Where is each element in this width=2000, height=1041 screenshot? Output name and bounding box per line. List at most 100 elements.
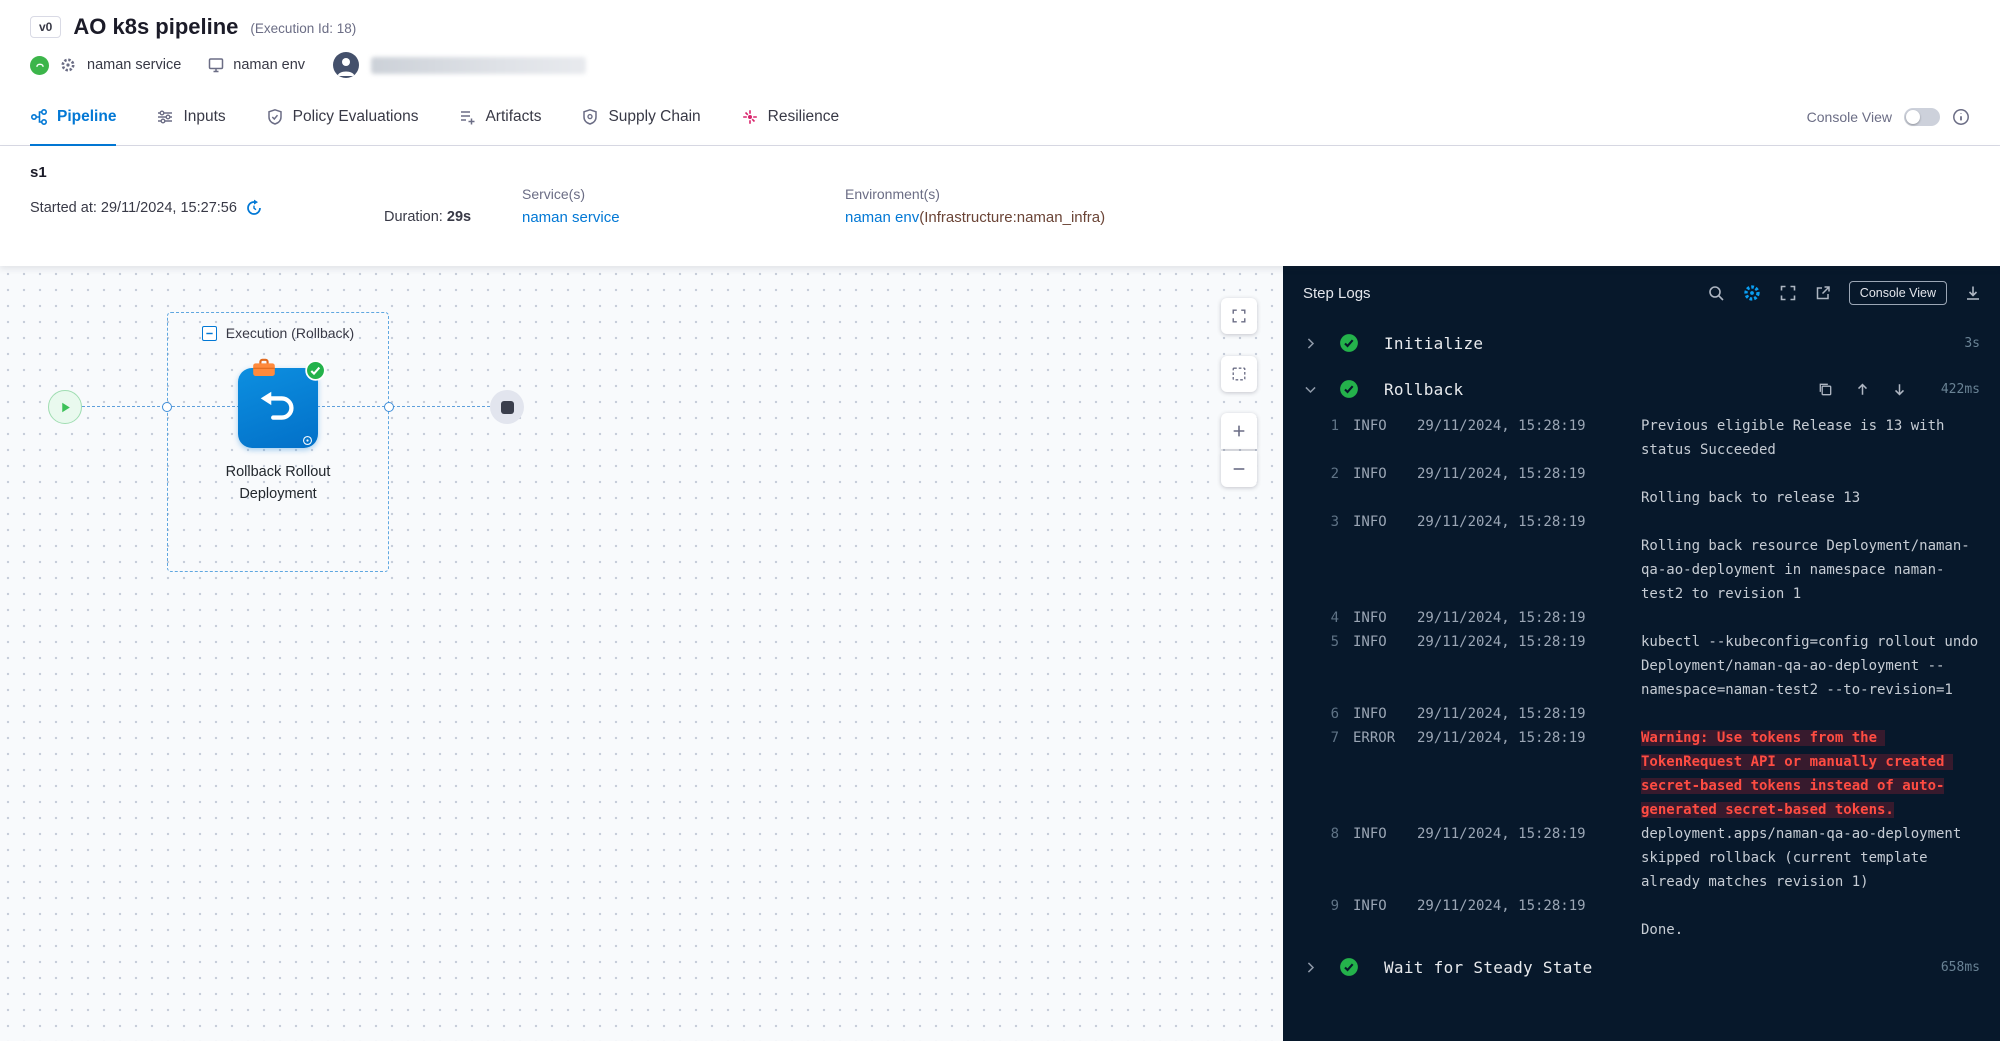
info-icon[interactable]	[1952, 108, 1970, 126]
environments-label: Environment(s)	[845, 186, 1105, 202]
log-level: INFO	[1353, 630, 1415, 654]
service-status-icon	[30, 56, 49, 75]
tabs-right-controls: Console View	[1807, 108, 1970, 126]
scroll-up-icon[interactable]	[1854, 381, 1871, 398]
scroll-down-icon[interactable]	[1891, 381, 1908, 398]
success-check-icon	[1339, 379, 1359, 399]
group-header: Execution (Rollback)	[168, 325, 388, 341]
group-label: Execution (Rollback)	[226, 325, 354, 341]
log-line: 4 INFO 29/11/2024, 15:28:19	[1283, 606, 2000, 630]
log-line: 1 INFO 29/11/2024, 15:28:19 Previous eli…	[1283, 414, 2000, 462]
pipeline-start-node[interactable]	[48, 390, 82, 424]
copy-icon[interactable]	[1817, 381, 1834, 398]
resilience-icon	[741, 108, 759, 126]
rollback-step-icon[interactable]	[238, 368, 318, 448]
canvas-fullscreen-button[interactable]	[1221, 298, 1257, 334]
tab-label: Supply Chain	[608, 108, 700, 126]
log-fullscreen-icon[interactable]	[1779, 284, 1797, 302]
console-view-button[interactable]: Console View	[1849, 281, 1947, 305]
pipeline-end-node[interactable]	[490, 390, 524, 424]
page-title: AO k8s pipeline	[73, 14, 238, 40]
shield-check-icon	[266, 108, 284, 126]
open-in-new-icon[interactable]	[1814, 284, 1832, 302]
log-section-wait-for-steady-state[interactable]: Wait for Steady State 658ms	[1283, 944, 2000, 990]
execution-tabs: Pipeline Inputs Policy Evaluations Artif…	[0, 88, 2000, 146]
section-name: Initialize	[1384, 334, 1483, 353]
canvas-select-button[interactable]	[1221, 356, 1257, 392]
connector-dot-right	[384, 402, 394, 412]
pipeline-canvas[interactable]: Execution (Rollback)	[0, 266, 1283, 1041]
zoom-in-button[interactable]	[1221, 413, 1257, 449]
started-at-text: Started at: 29/11/2024, 15:27:56	[30, 200, 237, 216]
environment-link[interactable]: naman env	[845, 209, 919, 226]
stop-icon	[501, 401, 514, 414]
gear-icon	[59, 56, 77, 74]
success-check-icon	[1339, 333, 1359, 353]
chevron-down-icon[interactable]	[1303, 382, 1318, 397]
section-name: Rollback	[1384, 380, 1463, 399]
log-line-number: 4	[1313, 606, 1339, 630]
log-message: kubectl --kubeconfig=config rollout undo…	[1641, 630, 2000, 702]
log-line: 6 INFO 29/11/2024, 15:28:19	[1283, 702, 2000, 726]
execution-rollback-group: Execution (Rollback)	[167, 312, 389, 572]
chevron-right-icon[interactable]	[1303, 336, 1318, 351]
tab-label: Policy Evaluations	[293, 108, 419, 126]
stage-environments: Environment(s) naman env(Infrastructure:…	[845, 186, 1105, 226]
main-content: Execution (Rollback)	[0, 266, 2000, 1041]
user-avatar[interactable]	[333, 52, 359, 78]
rollback-step: Rollback Rollout Deployment	[192, 368, 364, 506]
stage-duration: Duration: 29s	[384, 209, 471, 225]
play-icon	[59, 401, 72, 414]
log-line-number: 7	[1313, 726, 1339, 750]
console-view-label: Console View	[1807, 109, 1892, 125]
stage-name: s1	[30, 164, 1970, 181]
tab-pipeline[interactable]: Pipeline	[30, 88, 116, 145]
tab-supply-chain[interactable]: Supply Chain	[581, 88, 700, 145]
log-level: INFO	[1353, 702, 1415, 726]
log-message: Done.	[1641, 894, 2000, 942]
log-message: Rolling back to release 13	[1641, 462, 2000, 510]
search-icon[interactable]	[1707, 284, 1725, 302]
execution-header: v0 AO k8s pipeline (Execution Id: 18) na…	[0, 0, 2000, 78]
log-section-rollback[interactable]: Rollback 422ms	[1283, 366, 2000, 412]
tab-label: Pipeline	[57, 108, 116, 126]
zoom-out-button[interactable]	[1221, 451, 1257, 487]
log-body: Initialize 3s Rollback	[1283, 320, 2000, 1041]
canvas-controls	[1221, 298, 1257, 487]
version-badge: v0	[30, 16, 61, 38]
tab-policy-evaluations[interactable]: Policy Evaluations	[266, 88, 419, 145]
log-line: 5 INFO 29/11/2024, 15:28:19 kubectl --ku…	[1283, 630, 2000, 702]
log-line: 3 INFO 29/11/2024, 15:28:19 Rolling back…	[1283, 510, 2000, 606]
log-timestamp: 29/11/2024, 15:28:19	[1417, 630, 1629, 654]
log-timestamp: 29/11/2024, 15:28:19	[1417, 606, 1629, 630]
log-line-number: 9	[1313, 894, 1339, 918]
log-message: deployment.apps/naman-qa-ao-deployment s…	[1641, 822, 2000, 894]
tab-inputs[interactable]: Inputs	[156, 88, 225, 145]
log-level: INFO	[1353, 822, 1415, 846]
briefcase-icon	[252, 358, 276, 378]
duration-value: 29s	[447, 209, 471, 225]
log-section-initialize[interactable]: Initialize 3s	[1283, 320, 2000, 366]
tab-label: Resilience	[768, 108, 840, 126]
header-service-name[interactable]: naman service	[87, 57, 181, 73]
history-icon[interactable]	[245, 199, 263, 217]
step-label: Rollback Rollout Deployment	[192, 462, 364, 506]
success-check-badge	[305, 360, 326, 381]
log-level: INFO	[1353, 606, 1415, 630]
inputs-icon	[156, 108, 174, 126]
header-environment: naman env	[207, 56, 305, 74]
tab-artifacts[interactable]: Artifacts	[458, 88, 541, 145]
tab-resilience[interactable]: Resilience	[741, 88, 840, 145]
console-view-toggle[interactable]	[1904, 108, 1940, 126]
collapse-icon[interactable]	[202, 326, 217, 341]
log-line: 9 INFO 29/11/2024, 15:28:19 Done.	[1283, 894, 2000, 942]
service-link[interactable]: naman service	[522, 209, 620, 226]
log-settings-gear-icon[interactable]	[1742, 283, 1762, 303]
stage-info-bar: s1 Started at: 29/11/2024, 15:27:56 Dura…	[0, 146, 2000, 266]
pipeline-icon	[30, 108, 48, 126]
log-line-number: 6	[1313, 702, 1339, 726]
download-icon[interactable]	[1964, 284, 1982, 302]
header-environment-name[interactable]: naman env	[233, 57, 305, 73]
chevron-right-icon[interactable]	[1303, 960, 1318, 975]
rollback-arrow-icon	[255, 385, 301, 431]
